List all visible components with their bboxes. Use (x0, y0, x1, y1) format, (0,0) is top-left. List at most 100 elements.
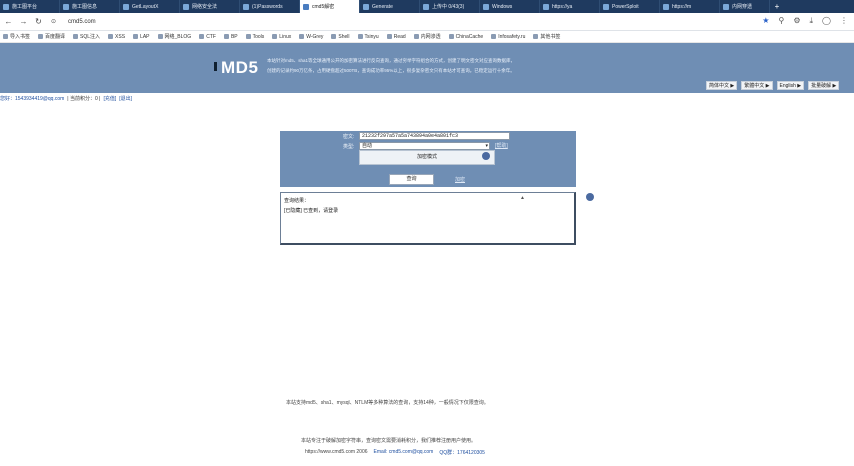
footer-copyright[interactable]: https://www.cmd5.com 2006 (305, 449, 368, 456)
help-link[interactable]: [帮助] (495, 142, 508, 149)
folder-icon (299, 34, 305, 39)
back-arrow-icon[interactable]: ← (4, 17, 13, 26)
extensions-icon[interactable]: ⚲ (778, 16, 784, 26)
recharge-link[interactable]: [充值] (103, 95, 116, 102)
side-float-icon[interactable] (586, 193, 594, 201)
tab-favicon-icon (603, 3, 609, 10)
folder-icon (199, 34, 205, 39)
tab-label: https://ya (552, 3, 573, 10)
mode-toggle-icon[interactable] (482, 152, 490, 160)
browser-tab[interactable]: 内网穿透 (720, 0, 770, 13)
footer-qq-group[interactable]: QQ群：1764120305 (439, 449, 485, 456)
tab-label: https://m (672, 3, 692, 10)
tab-label: PowerSploit (612, 3, 639, 10)
bookmark-label: Linux (279, 33, 292, 40)
bookmark-item[interactable]: Shell (331, 34, 350, 40)
bookmark-item[interactable]: 其他书签 (533, 33, 560, 40)
bookmark-item[interactable]: ChinaCache (448, 34, 483, 40)
footer-note: 本站支持md5、sha1、mysql、NTLM等多种算法的查询，支持14种，一般… (286, 400, 489, 406)
site-logo[interactable]: MD5 (221, 58, 258, 78)
result-text[interactable]: [已隐藏] 已查到，请登录 (284, 207, 338, 214)
browser-tab[interactable]: 施工图平台 (0, 0, 60, 13)
downloads-icon[interactable]: ⤓ (810, 16, 814, 26)
toolbar-actions: ★ ⚲ ⚙ ⤓ ◯ ⋮ (762, 16, 848, 26)
menu-icon[interactable]: ⋮ (840, 16, 848, 26)
intro-text-line: 创建的记录约90万亿条，占用硬盘超过500TB，查询成功率95%以上，很多复杂密… (267, 68, 515, 73)
browser-tab[interactable]: 施工图信息 (60, 0, 120, 13)
user-account[interactable]: 您好：1543934419@qq.com (0, 95, 64, 102)
tab-label: 网络安全法 (192, 4, 218, 10)
footer-email[interactable]: Email: cmd5.com@qq.com (374, 449, 434, 456)
url-field[interactable]: cmd5.com (68, 19, 96, 25)
folder-icon (157, 34, 163, 39)
tab-favicon-icon (663, 3, 669, 10)
tab-favicon-icon (3, 3, 9, 10)
bookmark-item[interactable]: 网络_BLOG (157, 33, 191, 40)
bookmark-item[interactable]: SQL注入 (73, 33, 100, 40)
language-links: 简体中文 ▶ 繁體中文 ▶ English ▶ 批量破解 ▶ (706, 81, 840, 90)
settings-gear-icon[interactable]: ⚙ (793, 16, 800, 26)
new-tab-icon[interactable]: + (770, 2, 784, 11)
bookmark-item[interactable]: CTF (199, 34, 216, 40)
bookmark-item[interactable]: 百度翻译 (38, 33, 65, 40)
batch-crack-link[interactable]: 批量破解 ▶ (808, 81, 840, 90)
browser-tab[interactable]: (1)Passwords (240, 0, 300, 13)
browser-tab-active[interactable]: cmd5解密 (300, 0, 360, 13)
bookmark-item[interactable]: BP (223, 33, 238, 40)
user-balance: | 当前积分：0 | (67, 95, 101, 102)
browser-tab[interactable]: 上传中 0/43(3) (420, 0, 480, 13)
bookmark-item[interactable]: XSS (108, 34, 125, 40)
browser-tab[interactable]: Generate (360, 0, 420, 13)
tab-favicon-icon (363, 3, 369, 10)
address-bar-row: ← → ↻ ⊙ cmd5.com ★ ⚲ ⚙ ⤓ ◯ ⋮ (0, 13, 854, 31)
bookmark-item[interactable]: Linux (272, 34, 291, 40)
lock-icon[interactable]: ⊙ (49, 18, 58, 25)
bookmark-item[interactable]: Infosafety.ru (491, 34, 525, 40)
result-title: 查询结果： (284, 198, 310, 204)
mode-option-panel[interactable]: 加密模式 (359, 150, 495, 165)
browser-tab[interactable]: https://ya (540, 0, 600, 13)
bookmark-item[interactable]: W-Grey (299, 34, 323, 40)
browser-tab[interactable]: PowerSploit (600, 0, 660, 13)
hash-input[interactable]: 21232f297a57a5a743894a0e4a801fc3 (359, 132, 510, 140)
bookmark-label: SQL注入 (80, 34, 101, 40)
encrypt-link[interactable]: 加密 (455, 176, 465, 183)
type-label: 类型: (343, 144, 355, 150)
bookmark-item[interactable]: 导入书签 (3, 33, 30, 40)
lang-link-traditional[interactable]: 繁體中文 ▶ (741, 81, 773, 90)
folder-icon (272, 34, 278, 39)
bookmark-item[interactable]: LAP (133, 34, 150, 40)
folder-icon (491, 34, 497, 39)
bookmark-item[interactable]: Read (386, 34, 406, 40)
folder-icon (223, 34, 229, 39)
browser-tab[interactable]: 网络安全法 (180, 0, 240, 13)
bookmark-label: Infosafety.ru (498, 33, 526, 40)
bookmark-item[interactable]: Tsinyu (357, 34, 379, 40)
reload-icon[interactable]: ↻ (34, 17, 43, 26)
bookmark-label: BP (230, 33, 238, 40)
query-button[interactable]: 查询 (389, 174, 434, 185)
browser-tab[interactable]: GetLayoutX (120, 0, 180, 13)
profile-icon[interactable]: ◯ (822, 16, 831, 26)
tab-favicon-icon (183, 3, 189, 10)
forward-arrow-icon[interactable]: → (19, 17, 28, 26)
browser-tab[interactable]: Windows (480, 0, 540, 13)
folder-icon (386, 34, 392, 39)
scroll-up-icon[interactable]: ▲ (520, 195, 525, 201)
bookmark-item[interactable]: Tools (245, 34, 264, 40)
browser-tab[interactable]: https://m (660, 0, 720, 13)
bookmark-label: CTF (206, 33, 216, 40)
tab-favicon-icon (63, 3, 69, 10)
logout-link[interactable]: [退出] (119, 95, 132, 102)
hash-label: 密文: (343, 134, 355, 140)
lang-link-simplified[interactable]: 简体中文 ▶ (706, 81, 738, 90)
footer-description: 本站专注于破解加密字符串，查询密文需要消耗积分，我们推荐注册用户使用。 (301, 438, 477, 444)
folder-icon (3, 34, 8, 39)
browser-tab-strip: 施工图平台 施工图信息 GetLayoutX 网络安全法 (1)Password… (0, 0, 854, 13)
type-select[interactable]: 自动 ▾ (359, 142, 490, 150)
bookmark-item[interactable]: 内网渗透 (413, 33, 441, 40)
lang-link-english[interactable]: English ▶ (776, 81, 805, 90)
tab-label: 上传中 0/43(3) (432, 4, 465, 10)
bookmark-star-icon[interactable]: ★ (762, 16, 769, 26)
tab-label: GetLayoutX (132, 3, 159, 10)
